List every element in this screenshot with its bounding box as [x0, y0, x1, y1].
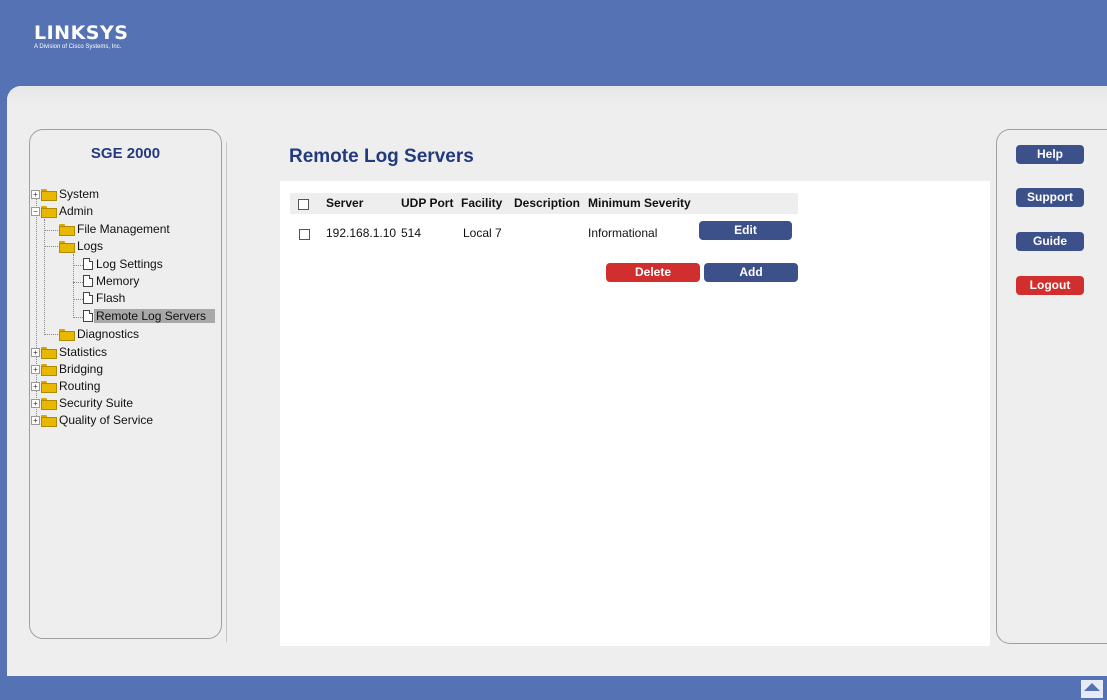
- add-button[interactable]: Add: [704, 263, 798, 282]
- cell-facility: Local 7: [463, 226, 502, 240]
- nav-item-label: System: [59, 187, 100, 201]
- brand-subtitle: A Division of Cisco Systems, Inc.: [34, 44, 122, 50]
- folder-icon: [41, 363, 57, 376]
- content-area: Server UDP Port Facility Description Min…: [280, 181, 990, 646]
- logout-button[interactable]: Logout: [1016, 276, 1084, 295]
- nav-item-label: Quality of Service: [59, 413, 154, 427]
- nav-item-quality-of-service[interactable]: Quality of Service: [41, 412, 155, 428]
- delete-button[interactable]: Delete: [606, 263, 700, 282]
- nav-item-flash[interactable]: Flash: [83, 290, 127, 306]
- tree-line: [44, 246, 60, 247]
- tree-line: [73, 317, 83, 318]
- edit-button[interactable]: Edit: [699, 221, 792, 240]
- page-icon: [83, 274, 93, 287]
- nav-item-label: Routing: [59, 379, 101, 393]
- guide-button[interactable]: Guide: [1016, 232, 1084, 251]
- collapse-icon[interactable]: −: [31, 207, 40, 216]
- column-header-description: Description: [514, 196, 581, 210]
- nav-item-diagnostics[interactable]: Diagnostics: [59, 326, 141, 342]
- folder-icon: [41, 414, 57, 427]
- folder-icon: [41, 188, 57, 201]
- nav-item-label: Log Settings: [96, 257, 163, 271]
- folder-icon: [59, 328, 75, 341]
- tree-line: [73, 265, 83, 266]
- table-header: Server UDP Port Facility Description Min…: [290, 193, 798, 214]
- tree-line: [44, 219, 45, 335]
- expand-icon[interactable]: +: [31, 399, 40, 408]
- expand-icon[interactable]: +: [31, 416, 40, 425]
- support-button[interactable]: Support: [1016, 188, 1084, 207]
- nav-item-label: Admin: [59, 204, 94, 218]
- expand-icon[interactable]: +: [31, 348, 40, 357]
- nav-item-statistics[interactable]: Statistics: [41, 344, 109, 360]
- column-header-facility: Facility: [461, 196, 503, 210]
- nav-item-label: Flash: [96, 291, 126, 305]
- page-title: Remote Log Servers: [289, 146, 474, 167]
- nav-item-security-suite[interactable]: Security Suite: [41, 395, 135, 411]
- nav-item-admin[interactable]: Admin: [41, 203, 95, 219]
- nav-item-remote-log-servers[interactable]: Remote Log Servers: [83, 308, 216, 324]
- page-icon: [83, 309, 93, 322]
- column-header-server: Server: [326, 196, 364, 210]
- page-icon: [83, 257, 93, 270]
- nav-item-label: Statistics: [59, 345, 108, 359]
- tree-line: [44, 334, 60, 335]
- nav-item-label: Memory: [96, 274, 140, 288]
- nav-item-bridging[interactable]: Bridging: [41, 361, 105, 377]
- cell-server: 192.168.1.10: [326, 226, 397, 240]
- folder-icon: [41, 380, 57, 393]
- nav-item-memory[interactable]: Memory: [83, 273, 141, 289]
- cell-udp-port: 514: [401, 226, 422, 240]
- nav-item-label: Remote Log Servers: [94, 309, 216, 323]
- select-all-checkbox[interactable]: [298, 199, 309, 210]
- nav-item-label: Security Suite: [59, 396, 134, 410]
- tree-line: [73, 299, 83, 300]
- column-header-udp-port: UDP Port: [401, 196, 454, 210]
- open-folder-icon: [41, 205, 57, 218]
- tree-line: [73, 254, 74, 318]
- page-icon: [83, 291, 93, 304]
- cisco-logo: [1081, 680, 1103, 698]
- expand-icon[interactable]: +: [31, 365, 40, 374]
- nav-item-file-management[interactable]: File Management: [59, 221, 172, 237]
- nav-item-label: Bridging: [59, 362, 104, 376]
- nav-separator: [226, 142, 227, 642]
- header-band: LINKSYS A Division of Cisco Systems, Inc…: [0, 0, 1107, 100]
- expand-icon[interactable]: +: [31, 382, 40, 391]
- open-folder-icon: [59, 240, 75, 253]
- footer-band: [0, 678, 1107, 700]
- tree-line: [44, 230, 60, 231]
- nav-item-label: Diagnostics: [77, 327, 140, 341]
- column-header-min-severity: Minimum Severity: [588, 196, 691, 210]
- nav-item-log-settings[interactable]: Log Settings: [83, 256, 165, 272]
- folder-icon: [41, 397, 57, 410]
- device-title: SGE 2000: [90, 145, 161, 162]
- expand-icon[interactable]: +: [31, 190, 40, 199]
- help-button[interactable]: Help: [1016, 145, 1084, 164]
- brand-name: LINKSYS: [34, 22, 129, 44]
- nav-item-system[interactable]: System: [41, 186, 101, 202]
- folder-icon: [59, 223, 75, 236]
- nav-item-logs[interactable]: Logs: [59, 238, 105, 254]
- nav-item-label: Logs: [77, 239, 104, 253]
- tree-line: [73, 282, 83, 283]
- cell-min-severity: Informational: [588, 226, 658, 240]
- folder-icon: [41, 346, 57, 359]
- linksys-logo: LINKSYS A Division of Cisco Systems, Inc…: [34, 23, 128, 51]
- row-checkbox[interactable]: [299, 229, 310, 240]
- nav-item-routing[interactable]: Routing: [41, 378, 102, 394]
- nav-item-label: File Management: [77, 222, 170, 236]
